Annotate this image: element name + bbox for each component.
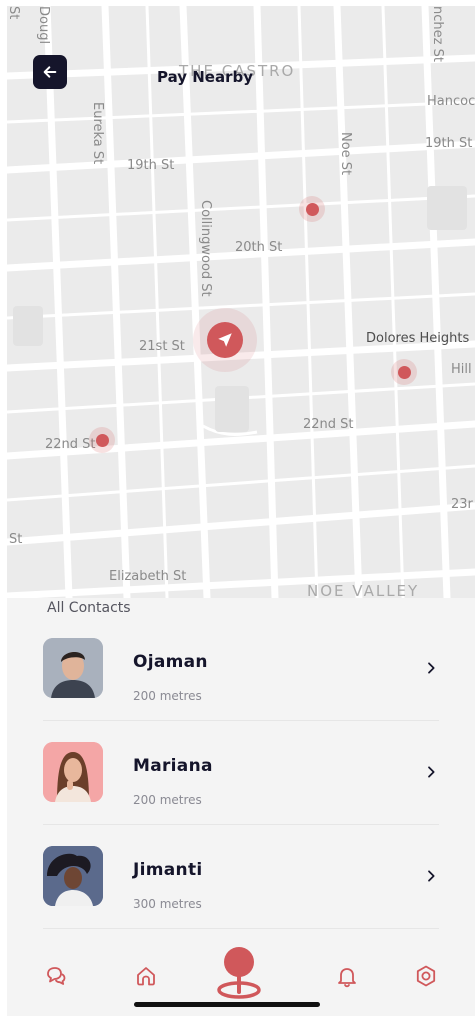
pin-dot [95,433,109,447]
map-label-douglass: Dougl [36,6,51,45]
chevron-right-icon [428,870,435,882]
chevron-right-icon [428,766,435,778]
contact-distance: 200 metres [133,793,202,807]
avatar [43,846,103,906]
map-label-hancock: Hancoc [427,94,475,109]
avatar [43,742,103,802]
contact-name: Mariana [133,756,213,776]
app-screen: THE CASTRO NOE VALLEY Dolores Heights 19… [7,6,475,1016]
contact-name: Ojaman [133,652,208,672]
nav-chat[interactable] [41,961,71,991]
map-label-top-left-st: St [7,6,21,20]
map-label-st-left: St [9,532,23,547]
map-label-hill: Hill [451,362,472,377]
nav-home[interactable] [131,961,161,991]
map-label-21st-st: 21st St [139,339,185,354]
map-label-23rd-st: 23r [451,497,473,512]
contact-item-ojaman[interactable]: Ojaman 200 metres [43,622,439,726]
chevron-right-icon [428,662,435,674]
map-label-noe-st: Noe St [338,132,353,176]
map-label-19th-st: 19th St [127,158,175,173]
contact-distance: 300 metres [133,897,202,911]
map-label-dolores-heights: Dolores Heights [366,331,470,346]
settings-icon [416,965,436,987]
nav-settings[interactable] [411,961,441,991]
map-label-collingwood-st: Collingwood St [198,200,213,297]
section-title: All Contacts [47,600,131,616]
current-location-marker[interactable] [193,308,257,372]
street-grid [7,6,475,598]
map-label-sanchez-st: nchez St [430,6,445,62]
map-label-noe-valley: NOE VALLEY [307,582,420,598]
avatar [43,638,103,698]
contact-distance: 200 metres [133,689,202,703]
bell-icon [338,968,356,988]
nearby-user-pin[interactable] [391,359,417,385]
contact-name: Jimanti [133,860,203,880]
home-icon [137,967,155,986]
page-title: Pay Nearby [156,68,253,86]
location-pin-icon [217,947,261,999]
contact-item-jimanti[interactable]: Jimanti 300 metres [43,830,439,934]
nearby-user-pin[interactable] [299,196,325,222]
nearby-user-pin[interactable] [89,427,115,453]
pin-dot [305,202,319,216]
map-view[interactable]: THE CASTRO NOE VALLEY Dolores Heights 19… [7,6,475,598]
map-label-20th-st: 20th St [235,240,283,255]
map-label-22nd-st-mid: 22nd St [303,417,354,432]
home-indicator [134,1002,320,1007]
map-label-elizabeth-st: Elizabeth St [109,569,187,584]
divider [43,824,439,825]
current-location-circle [207,322,243,358]
navigation-arrow-icon [218,333,232,347]
map-label-19th-st-right: 19th St [425,136,473,151]
map-label-22nd-st-left: 22nd St [45,437,96,452]
divider [43,720,439,721]
contact-item-mariana[interactable]: Mariana 200 metres [43,726,439,830]
divider [43,928,439,929]
pin-dot [397,365,411,379]
map-label-eureka-st: Eureka St [90,102,105,165]
chat-icon [47,967,66,985]
nav-notifications[interactable] [332,961,362,991]
nav-location-active[interactable] [211,944,267,1000]
